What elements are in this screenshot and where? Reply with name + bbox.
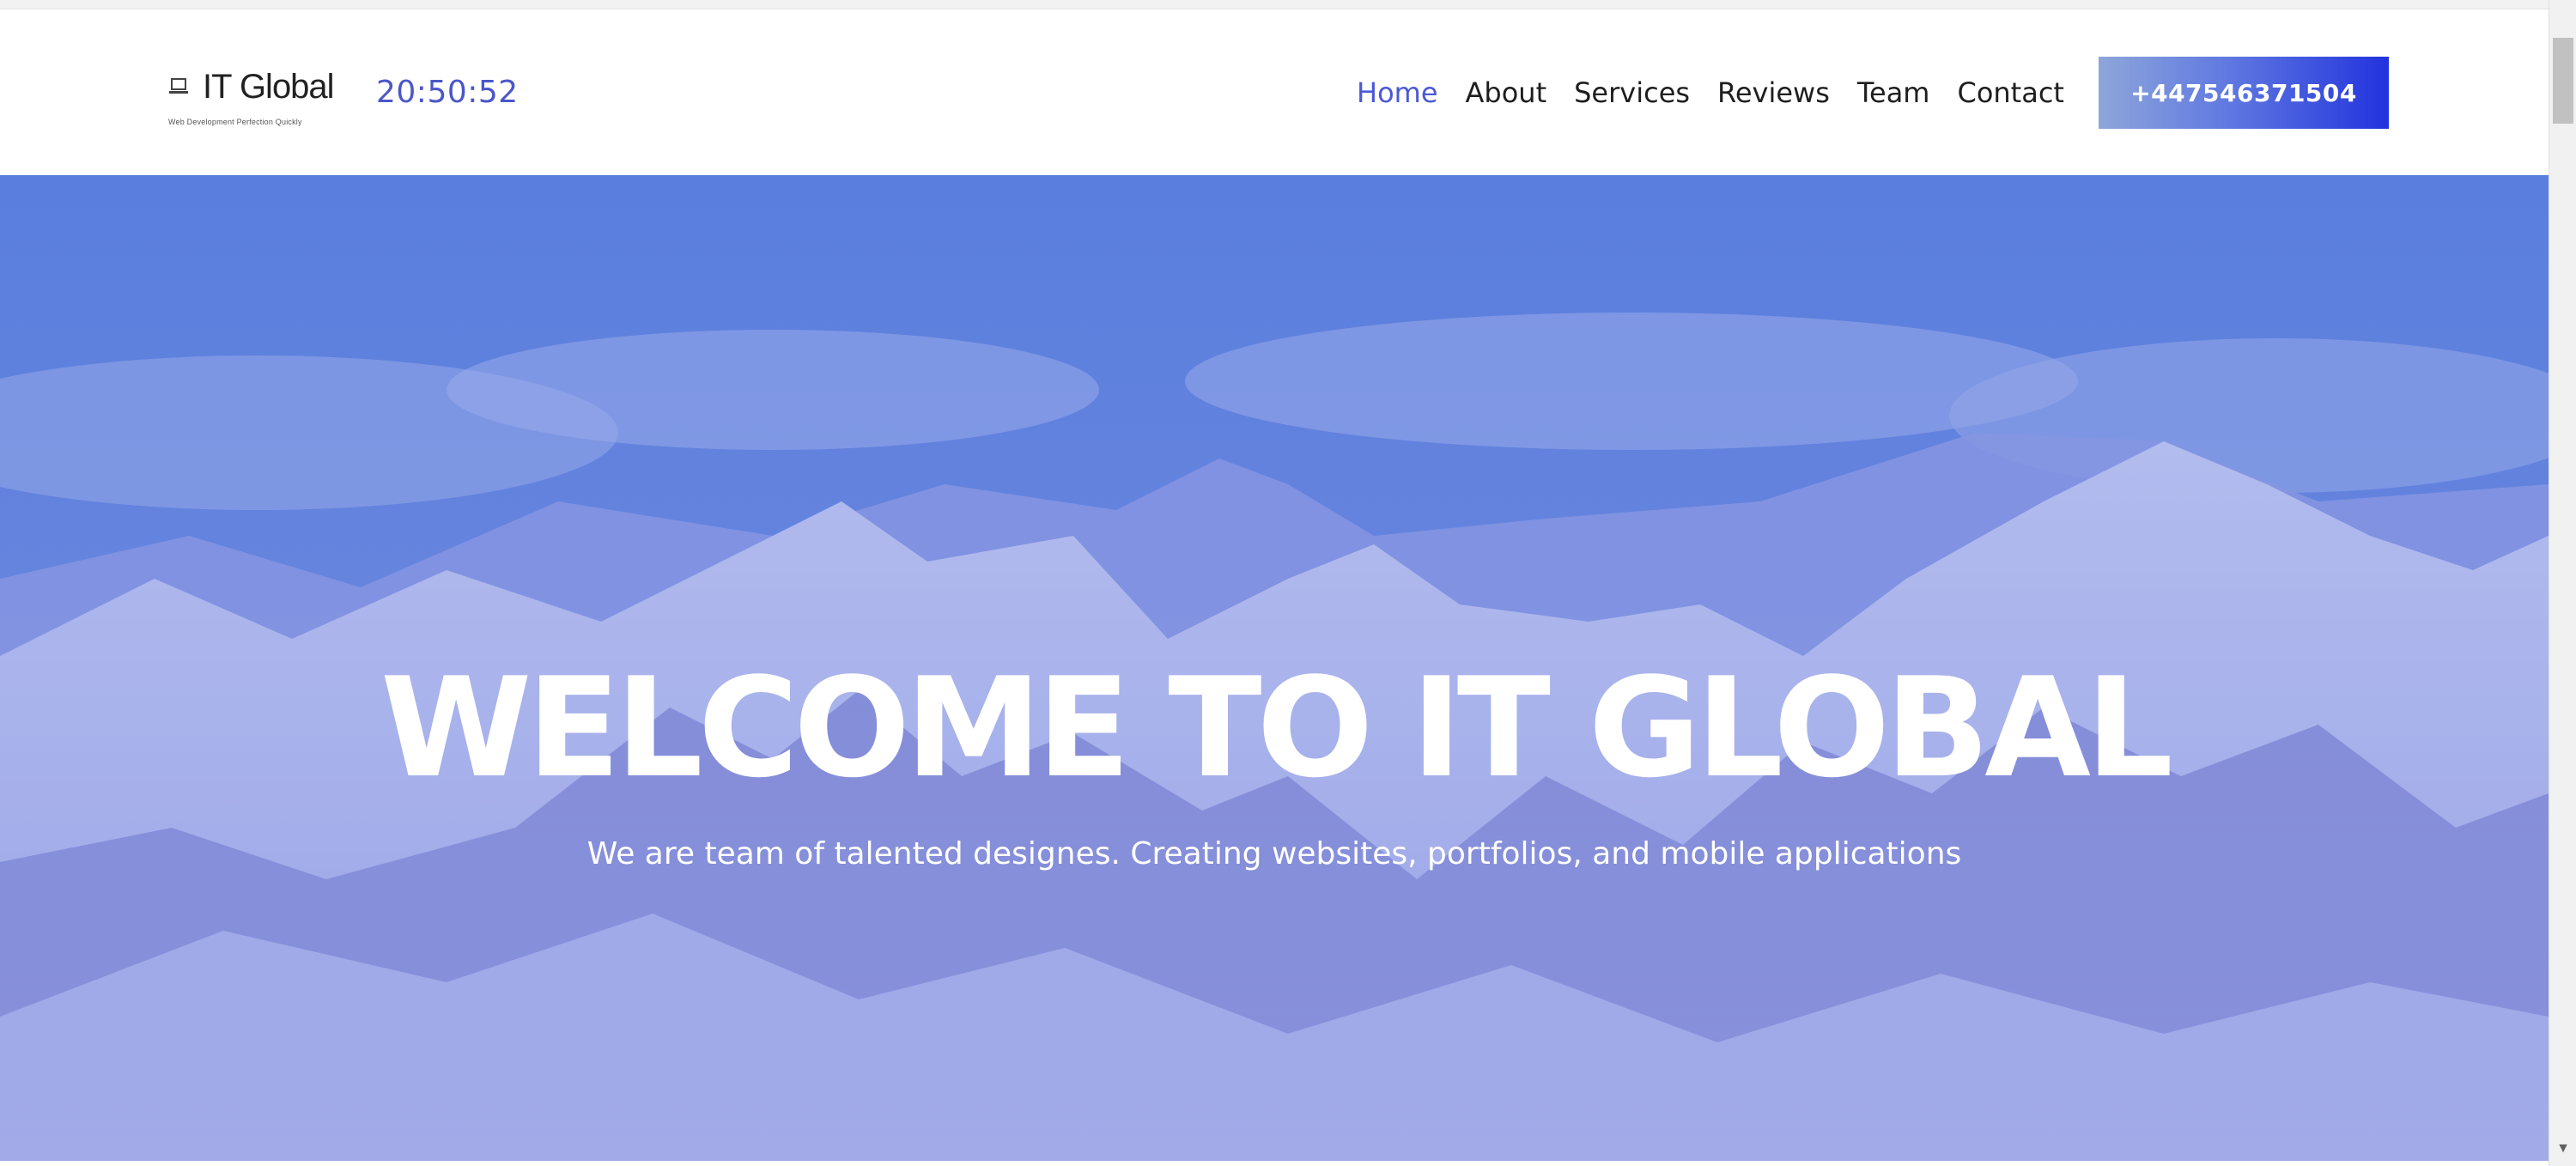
nav-reviews[interactable]: Reviews <box>1717 76 1830 109</box>
nav-services[interactable]: Services <box>1574 76 1690 109</box>
logo-row: IT Global <box>168 61 335 112</box>
page: IT Global Web Development Perfection Qui… <box>0 0 2549 1166</box>
phone-button[interactable]: +447546371504 <box>2099 57 2389 129</box>
hero-subtitle: We are team of talented designes. Creati… <box>586 836 1962 871</box>
laptop-icon <box>168 74 191 100</box>
clock: 20:50:52 <box>376 75 519 110</box>
main-nav: Home About Services Reviews Team Contact <box>1357 57 2092 129</box>
hero-title: WELCOME TO IT GLOBAL <box>380 647 2173 808</box>
chevron-down-icon[interactable]: ▼ <box>2549 1135 2576 1163</box>
nav-contact[interactable]: Contact <box>1957 76 2064 109</box>
site-header: IT Global Web Development Perfection Qui… <box>0 9 2549 175</box>
vertical-scrollbar[interactable]: ▼ <box>2549 0 2576 1166</box>
hero-section: WELCOME TO IT GLOBAL We are team of tale… <box>0 175 2549 1163</box>
scrollbar-thumb[interactable] <box>2553 38 2573 124</box>
logo-tagline: Web Development Perfection Quickly <box>168 118 302 126</box>
bottom-edge <box>0 1161 2549 1166</box>
logo[interactable]: IT Global Web Development Perfection Qui… <box>168 61 335 138</box>
nav-home[interactable]: Home <box>1357 76 1438 109</box>
nav-about[interactable]: About <box>1466 76 1547 109</box>
browser-top-edge <box>0 0 2549 9</box>
logo-name: IT Global <box>203 67 335 106</box>
nav-team[interactable]: Team <box>1857 76 1930 109</box>
